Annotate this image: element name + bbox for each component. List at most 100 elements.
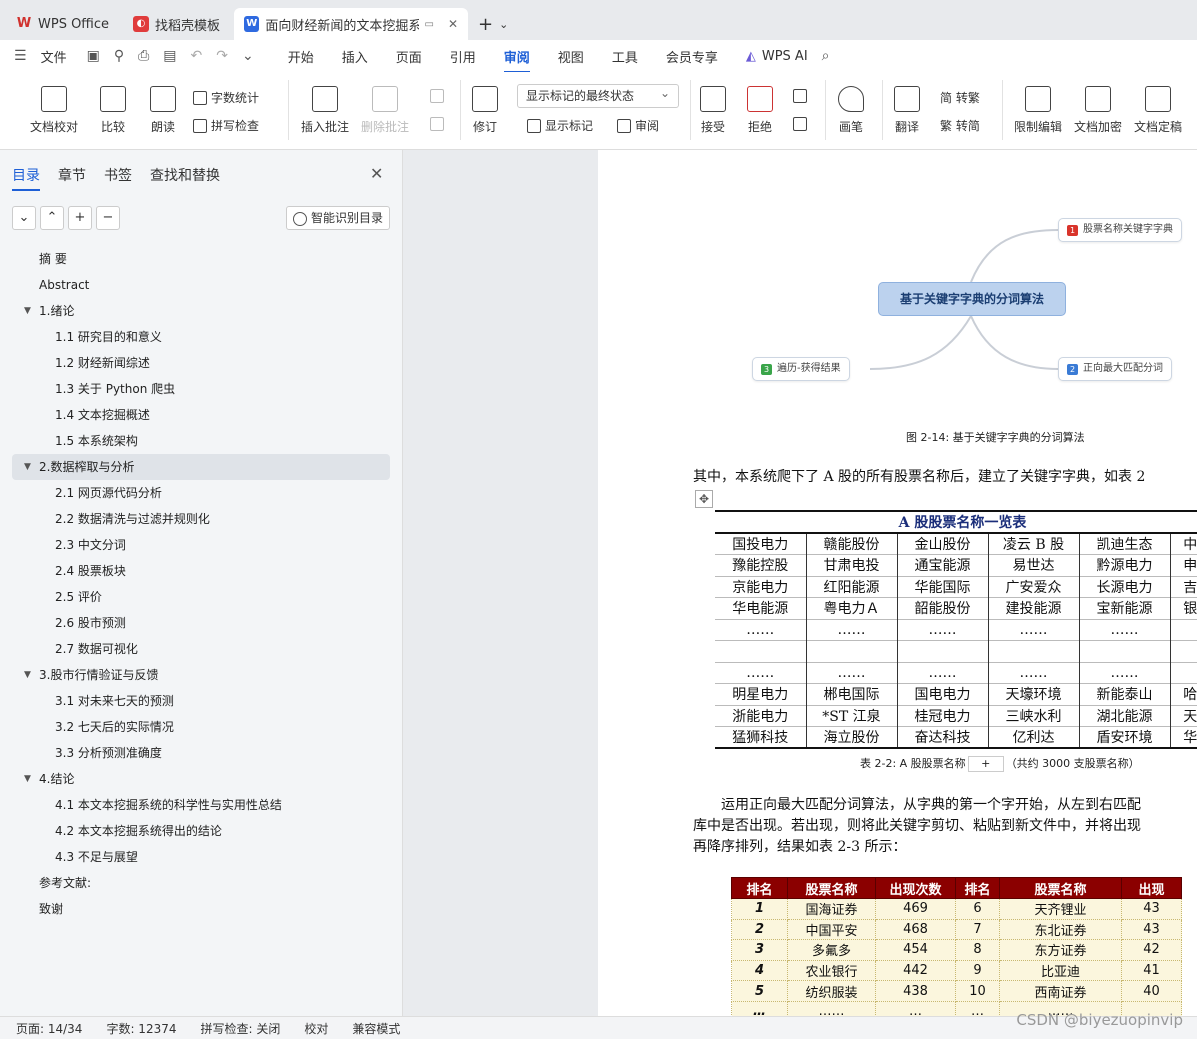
toc-item[interactable]: 1.1 研究目的和意义 xyxy=(12,324,390,350)
table-cell[interactable]: 亿利达 xyxy=(987,726,1079,749)
remove-heading-button[interactable]: − xyxy=(96,206,120,230)
chevron-down-icon[interactable]: ⌄ xyxy=(499,18,508,31)
table-cell[interactable]: 广安爱众 xyxy=(987,575,1079,598)
table-cell[interactable]: 469 xyxy=(875,898,956,920)
table-cell[interactable]: 浙能电力 xyxy=(715,704,806,727)
menu-review[interactable]: 审阅 xyxy=(503,47,530,73)
toc-item[interactable]: ▼ 2.数据榨取与分析 xyxy=(12,454,390,480)
table-cell[interactable]: 易世达 xyxy=(987,554,1079,576)
finalize-button[interactable]: 文档定稿 xyxy=(1134,86,1182,135)
table-cell[interactable]: 红阳能源 xyxy=(805,575,897,598)
table-cell[interactable]: 韶能股份 xyxy=(896,597,988,619)
spell-check-button[interactable]: 拼写检查 xyxy=(193,117,259,134)
table-cell[interactable]: 6 xyxy=(955,898,1000,920)
compare-button[interactable]: 比较 xyxy=(100,86,126,135)
toc-item[interactable]: 3.2 七天后的实际情况 xyxy=(12,714,390,740)
table-cell[interactable]: 凯迪生态 xyxy=(1078,532,1170,555)
table-cell[interactable]: *ST 江泉 xyxy=(805,704,897,727)
prev-comment-button[interactable] xyxy=(430,89,444,103)
encrypt-button[interactable]: 文档加密 xyxy=(1074,86,1122,135)
table-cell[interactable]: …… xyxy=(987,661,1079,684)
table-cell[interactable] xyxy=(1169,661,1197,684)
word-count-button[interactable]: 字数统计 xyxy=(193,89,259,106)
table-cell[interactable]: 长源电力 xyxy=(1078,575,1170,598)
table-cell[interactable]: 42 xyxy=(1121,939,1182,961)
menu-page[interactable]: 页面 xyxy=(396,47,422,66)
toc-item[interactable]: 4.2 本文本挖掘系统得出的结论 xyxy=(12,818,390,844)
table-cell[interactable]: 新能泰山 xyxy=(1078,683,1170,705)
table-cell[interactable]: 桂冠电力 xyxy=(896,704,988,727)
toc-item[interactable]: ▼ 1.绪论 xyxy=(12,298,390,324)
menu-member[interactable]: 会员专享 xyxy=(666,47,718,66)
table-cell[interactable]: 1 xyxy=(731,898,788,920)
menu-wps-ai[interactable]: WPS AI xyxy=(762,49,808,64)
toc-item[interactable]: 3.1 对未来七天的预测 xyxy=(12,688,390,714)
tab-bookmarks[interactable]: 书签 xyxy=(104,165,132,185)
table-cell[interactable]: …… xyxy=(805,618,897,641)
table-cell[interactable]: 甘肃电投 xyxy=(805,554,897,576)
mindmap-node-3[interactable]: 3 遍历-获得结果 xyxy=(752,357,850,381)
table-cell[interactable]: 43 xyxy=(1121,898,1182,920)
table-cell[interactable] xyxy=(805,640,897,662)
table-cell[interactable]: 西南证券 xyxy=(999,980,1122,1002)
smart-toc-button[interactable]: 智能识别目录 xyxy=(286,206,390,230)
prev-change-button[interactable] xyxy=(793,89,807,103)
table-cell[interactable]: …… xyxy=(715,618,806,641)
menu-references[interactable]: 引用 xyxy=(450,47,476,66)
table-cell[interactable]: 41 xyxy=(1121,959,1182,982)
print-icon[interactable]: ⎙ xyxy=(138,48,149,64)
toc-item[interactable]: 2.5 评价 xyxy=(12,584,390,610)
delete-comment-button[interactable]: 删除批注 xyxy=(361,86,409,135)
mindmap-node-2[interactable]: 2 正向最大匹配分词 xyxy=(1058,357,1172,381)
toc-item[interactable]: 1.3 关于 Python 爬虫 xyxy=(12,376,390,402)
table-cell[interactable]: 海立股份 xyxy=(805,726,897,749)
table-cell[interactable]: 京能电力 xyxy=(715,575,806,598)
table-cell[interactable]: …… xyxy=(987,618,1079,641)
table-cell[interactable]: 凌云 B 股 xyxy=(987,532,1079,555)
toc-item[interactable]: 2.1 网页源代码分析 xyxy=(12,480,390,506)
table-cell[interactable]: 5 xyxy=(731,980,788,1002)
toc-item[interactable]: 1.5 本系统架构 xyxy=(12,428,390,454)
toc-item[interactable]: 4.1 本文本挖掘系统的科学性与实用性总结 xyxy=(12,792,390,818)
table-cell[interactable]: 天 xyxy=(1169,704,1197,727)
table-cell[interactable]: 天齐锂业 xyxy=(999,898,1122,920)
table-cell[interactable]: 天壕环境 xyxy=(987,683,1079,705)
toc-item[interactable]: 3.3 分析预测准确度 xyxy=(12,740,390,766)
table-cell[interactable]: 比亚迪 xyxy=(999,959,1122,982)
table-cell[interactable]: …… xyxy=(896,661,988,684)
accept-button[interactable]: 接受 xyxy=(700,86,726,135)
share-icon[interactable]: ⚲ xyxy=(114,48,124,64)
word-count-indicator[interactable]: 字数: 12374 xyxy=(106,1020,176,1037)
table-cell[interactable]: 哈 xyxy=(1169,683,1197,705)
table-cell[interactable]: 赣能股份 xyxy=(805,532,897,555)
menu-tools[interactable]: 工具 xyxy=(612,47,638,66)
table-cell[interactable]: 猛狮科技 xyxy=(715,726,806,749)
table-cell[interactable]: 43 xyxy=(1121,918,1182,941)
undo-icon[interactable]: ↶ xyxy=(191,48,203,64)
translate-button[interactable]: 翻译 xyxy=(894,86,920,135)
table-cell[interactable]: …… xyxy=(715,661,806,684)
table-cell[interactable]: …… xyxy=(896,618,988,641)
toc-item[interactable]: 致谢 xyxy=(12,896,390,922)
table-cell[interactable]: 468 xyxy=(875,918,956,941)
show-markup-button[interactable]: 显示标记 xyxy=(527,117,593,134)
table-cell[interactable]: 9 xyxy=(955,959,1000,982)
toc-item[interactable]: 2.7 数据可视化 xyxy=(12,636,390,662)
tab-wps-office[interactable]: W WPS Office xyxy=(6,8,119,40)
table-cell[interactable]: 华电能源 xyxy=(715,597,806,619)
table-cell[interactable] xyxy=(715,640,806,662)
to-traditional-button[interactable]: 简 转繁 xyxy=(940,89,980,106)
table-cell[interactable]: 湖北能源 xyxy=(1078,704,1170,727)
table-cell[interactable]: 454 xyxy=(875,939,956,961)
toc-item[interactable]: ▼ 4.结论 xyxy=(12,766,390,792)
close-tab-icon[interactable]: ✕ xyxy=(448,17,458,31)
page-indicator[interactable]: 页面: 14/34 xyxy=(16,1020,82,1037)
hamburger-icon[interactable]: ☰ xyxy=(14,48,27,64)
collapse-arrow-icon[interactable]: ▼ xyxy=(24,298,31,324)
new-tab-icon[interactable]: + xyxy=(478,14,493,35)
proof-indicator[interactable]: 校对 xyxy=(304,1020,328,1037)
table-cell[interactable]: 中国平安 xyxy=(787,918,876,941)
chevron-down-icon[interactable]: ⌄ xyxy=(242,48,254,64)
close-icon[interactable]: ✕ xyxy=(370,164,383,183)
collapse-arrow-icon[interactable]: ▼ xyxy=(24,766,31,792)
